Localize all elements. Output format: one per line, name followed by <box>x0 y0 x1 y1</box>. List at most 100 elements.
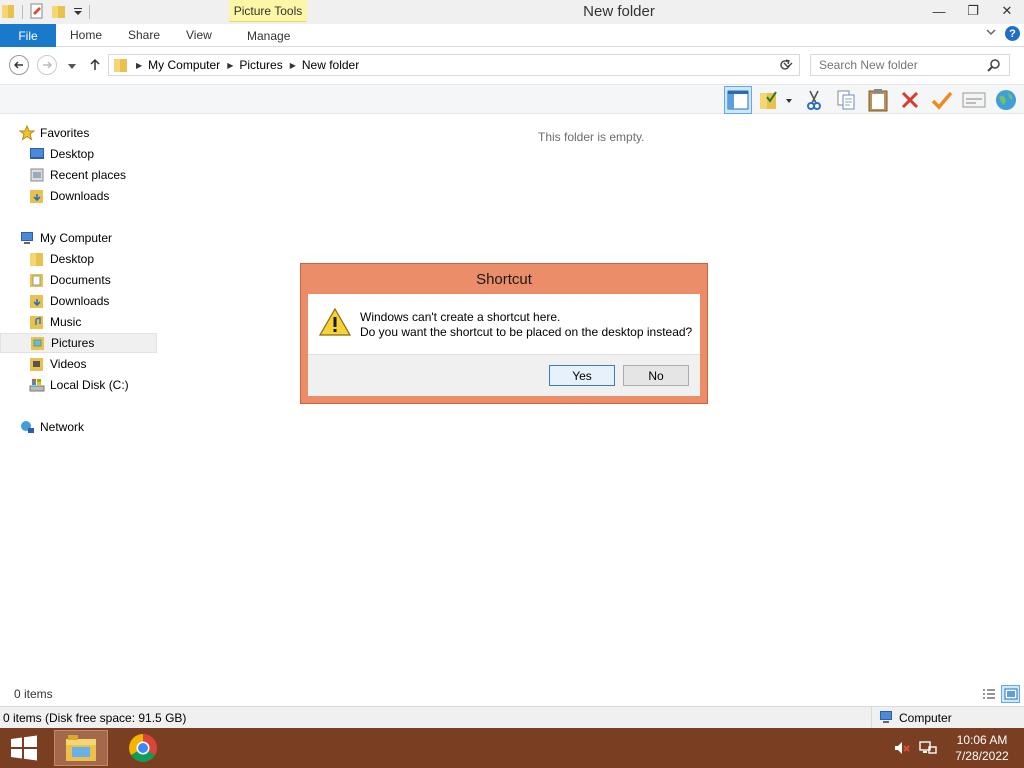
breadcrumb-my-computer[interactable]: My Computer <box>148 58 220 72</box>
nav-computer-downloads[interactable]: Downloads <box>29 291 109 311</box>
dialog-title[interactable]: Shortcut <box>301 264 707 294</box>
nav-favorites[interactable]: Favorites <box>19 123 89 143</box>
volume-muted-icon[interactable] <box>892 738 912 758</box>
nav-my-computer[interactable]: My Computer <box>19 228 112 248</box>
nav-computer-local-disk[interactable]: Local Disk (C:) <box>29 375 129 395</box>
recent-locations-icon[interactable] <box>67 60 77 74</box>
help-icon[interactable]: ? <box>1005 26 1020 41</box>
properties-icon[interactable] <box>29 3 45 22</box>
nav-favorites-desktop[interactable]: Desktop <box>29 144 94 164</box>
breadcrumb-separator[interactable]: ▶ <box>290 61 296 70</box>
dialog-message-area: Windows can't create a shortcut here. Do… <box>308 294 700 354</box>
breadcrumb-pictures[interactable]: Pictures <box>239 58 282 72</box>
nav-item-label: Downloads <box>50 189 110 203</box>
shortcut-dialog: Shortcut Windows can't create a shortcut… <box>300 263 708 404</box>
nav-computer-desktop[interactable]: Desktop <box>29 249 94 269</box>
tab-file[interactable]: File <box>0 24 56 47</box>
navigation-pane: Favorites Desktop Recent places Download… <box>0 115 158 680</box>
properties-button[interactable] <box>960 86 988 114</box>
network-status-icon[interactable] <box>918 738 938 758</box>
preview-pane-button[interactable] <box>724 86 752 114</box>
computer-icon <box>19 230 35 246</box>
warning-icon <box>318 307 352 340</box>
nav-favorites-recent-places[interactable]: Recent places <box>29 165 126 185</box>
cut-button[interactable] <box>800 86 828 114</box>
start-button[interactable] <box>6 732 42 764</box>
tab-share[interactable]: Share <box>128 28 160 42</box>
recent-places-icon <box>29 167 45 183</box>
copy-button[interactable] <box>832 86 860 114</box>
delete-button[interactable] <box>896 86 924 114</box>
taskbar-chrome[interactable] <box>116 730 170 766</box>
taskbar: 10:06 AM 7/28/2022 <box>0 728 1024 768</box>
back-button[interactable] <box>9 55 29 75</box>
close-button[interactable]: ✕ <box>990 0 1024 22</box>
clock-date: 7/28/2022 <box>955 749 1009 763</box>
taskbar-file-explorer[interactable] <box>54 730 108 766</box>
rename-button[interactable] <box>928 86 956 114</box>
search-icon[interactable] <box>987 58 1001 75</box>
forward-arrow-icon <box>43 61 52 69</box>
up-arrow-icon[interactable] <box>88 58 102 75</box>
yes-button[interactable]: Yes <box>549 365 615 386</box>
tab-view[interactable]: View <box>186 28 212 42</box>
downloads-folder-icon <box>29 293 45 309</box>
customize-qat-icon[interactable] <box>73 5 83 19</box>
forward-button[interactable] <box>37 55 57 75</box>
breadcrumb-separator[interactable]: ▶ <box>227 61 233 70</box>
qat-separator <box>89 5 90 19</box>
breadcrumb-new-folder[interactable]: New folder <box>302 58 359 72</box>
nav-favorites-downloads[interactable]: Downloads <box>29 186 109 206</box>
quick-access-toolbar <box>0 2 90 22</box>
no-button[interactable]: No <box>623 365 689 386</box>
nav-computer-pictures[interactable]: Pictures <box>0 333 157 353</box>
dialog-message-line-1: Windows can't create a shortcut here. <box>360 310 561 324</box>
toolbar <box>0 84 1024 114</box>
new-folder-button[interactable] <box>756 86 796 114</box>
search-box[interactable] <box>810 54 1010 76</box>
nav-computer-music[interactable]: Music <box>29 312 81 332</box>
system-clock[interactable]: 10:06 AM 7/28/2022 <box>944 732 1020 764</box>
address-bar[interactable]: ▶ My Computer ▶ Pictures ▶ New folder <box>108 54 800 76</box>
documents-folder-icon <box>29 272 45 288</box>
location-zone: Computer <box>871 707 1024 729</box>
nav-item-label: Desktop <box>50 252 95 266</box>
expand-ribbon-icon[interactable] <box>985 26 997 41</box>
new-folder-icon[interactable] <box>51 3 67 22</box>
address-row: ▶ My Computer ▶ Pictures ▶ New folder <box>0 48 1024 84</box>
desktop-icon <box>29 146 45 162</box>
windows-logo-icon <box>11 735 37 761</box>
search-input[interactable] <box>811 55 981 75</box>
dialog-body: Windows can't create a shortcut here. Do… <box>308 294 700 396</box>
items-count: 0 items <box>14 687 53 701</box>
videos-folder-icon <box>29 356 45 372</box>
scissors-icon <box>807 90 821 110</box>
clipboard-icon <box>868 89 888 112</box>
nav-item-label: Local Disk (C:) <box>50 378 129 392</box>
window-controls: — ❐ ✕ <box>922 0 1024 22</box>
globe-icon <box>996 90 1016 110</box>
tab-home[interactable]: Home <box>70 28 102 42</box>
restore-button[interactable]: ❐ <box>956 0 990 22</box>
nav-computer-videos[interactable]: Videos <box>29 354 86 374</box>
title-bar: Picture Tools New folder — ❐ ✕ <box>0 0 1024 24</box>
nav-network-label: Network <box>40 420 85 434</box>
back-arrow-icon <box>14 61 23 69</box>
tab-manage[interactable]: Manage <box>247 29 290 43</box>
breadcrumb-separator[interactable]: ▶ <box>136 61 142 70</box>
refresh-icon[interactable] <box>778 58 792 75</box>
view-switcher <box>979 685 1020 703</box>
minimize-button[interactable]: — <box>922 0 956 22</box>
star-icon <box>19 125 35 141</box>
delete-x-icon <box>901 91 919 109</box>
large-icons-view-button[interactable] <box>1001 685 1020 703</box>
nav-computer-documents[interactable]: Documents <box>29 270 111 290</box>
internet-button[interactable] <box>992 86 1020 114</box>
downloads-folder-icon <box>29 188 45 204</box>
paste-button[interactable] <box>864 86 892 114</box>
nav-network[interactable]: Network <box>19 417 84 437</box>
properties-card-icon <box>962 92 986 108</box>
details-view-button[interactable] <box>979 685 998 703</box>
details-bar: 0 items (Disk free space: 91.5 GB) Compu… <box>0 706 1024 729</box>
nav-item-label: Recent places <box>50 168 127 182</box>
